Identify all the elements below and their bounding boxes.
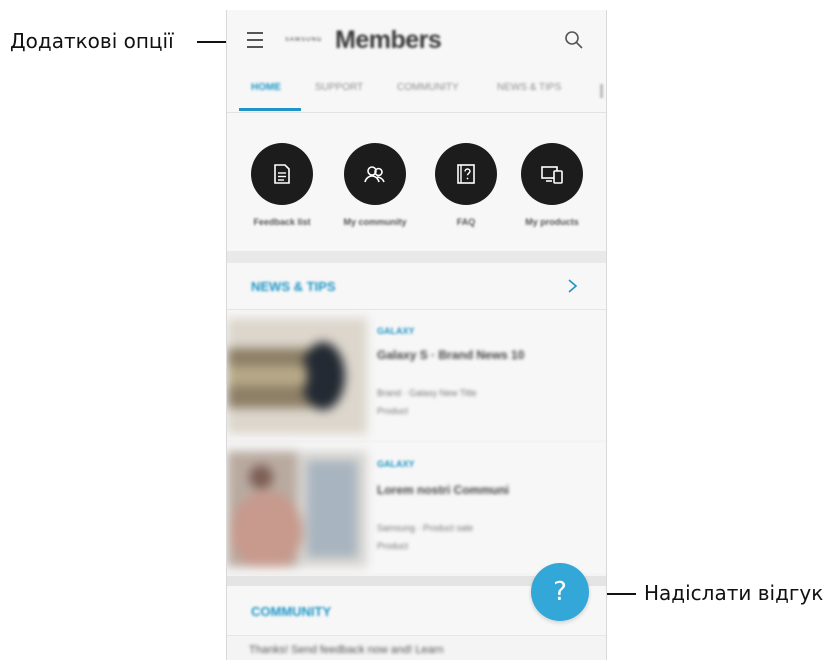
quick-action-faq[interactable]: FAQ (421, 143, 511, 227)
quick-action-my-products[interactable]: My products (507, 143, 597, 227)
phone-screen: SAMSUNG Members HOME SUPPORT COMMUNITY N… (226, 10, 607, 660)
article-sub: Product (377, 541, 409, 551)
article-meta: Brand · Galaxy New Title (377, 388, 477, 398)
hamburger-menu-icon[interactable] (247, 32, 263, 48)
article-tag: GALAXY (377, 326, 415, 336)
tab-active-indicator (239, 108, 301, 111)
devices-icon (541, 166, 563, 184)
people-icon (364, 166, 385, 183)
article-title: Lorem nostri Communi (377, 483, 510, 497)
news-tips-header[interactable]: NEWS & TIPS (227, 263, 606, 310)
quick-action-label: Feedback list (253, 217, 311, 227)
faq-icon (457, 164, 475, 184)
article-title: Galaxy S · Brand News 10 (377, 348, 525, 362)
article-meta: Samsung · Product sale (377, 523, 474, 533)
tab-news-tips[interactable]: NEWS & TIPS (497, 82, 561, 93)
community-preview[interactable]: Thanks! Send feedback now and! Learn (249, 644, 443, 656)
quick-action-feedback-list[interactable]: Feedback list (237, 143, 327, 227)
chevron-right-icon[interactable] (565, 278, 579, 294)
news-tips-title: NEWS & TIPS (251, 279, 336, 294)
quick-action-my-community[interactable]: My community (330, 143, 420, 227)
tab-bar: HOME SUPPORT COMMUNITY NEWS & TIPS (227, 72, 606, 113)
tab-home[interactable]: HOME (251, 82, 281, 93)
tab-community[interactable]: COMMUNITY (397, 82, 459, 93)
article-sub: Product (377, 406, 409, 416)
article-thumbnail (227, 318, 367, 434)
document-icon (274, 164, 290, 184)
tab-overflow (600, 84, 603, 98)
news-article[interactable]: GALAXY Galaxy S · Brand News 10 Brand · … (227, 310, 606, 440)
brand-small-text: SAMSUNG (285, 37, 323, 43)
article-tag: GALAXY (377, 459, 415, 469)
community-title: COMMUNITY (251, 604, 332, 619)
search-icon[interactable] (564, 30, 584, 50)
quick-action-label: My products (525, 217, 579, 227)
quick-actions: Feedback list My community FAQ My produc… (227, 113, 606, 251)
news-article[interactable]: GALAXY Lorem nostri Communi Samsung · Pr… (227, 443, 606, 573)
app-title: Members (335, 26, 442, 54)
callout-send-feedback: Надіслати відгук (644, 581, 824, 605)
article-thumbnail (227, 451, 367, 567)
callout-more-options: Додаткові опції (10, 29, 174, 53)
tab-support[interactable]: SUPPORT (315, 82, 363, 93)
quick-action-label: My community (343, 217, 407, 227)
app-bar: SAMSUNG Members (227, 10, 606, 72)
quick-action-label: FAQ (456, 217, 476, 227)
send-feedback-button[interactable]: ? (531, 563, 589, 621)
section-divider (227, 251, 606, 263)
